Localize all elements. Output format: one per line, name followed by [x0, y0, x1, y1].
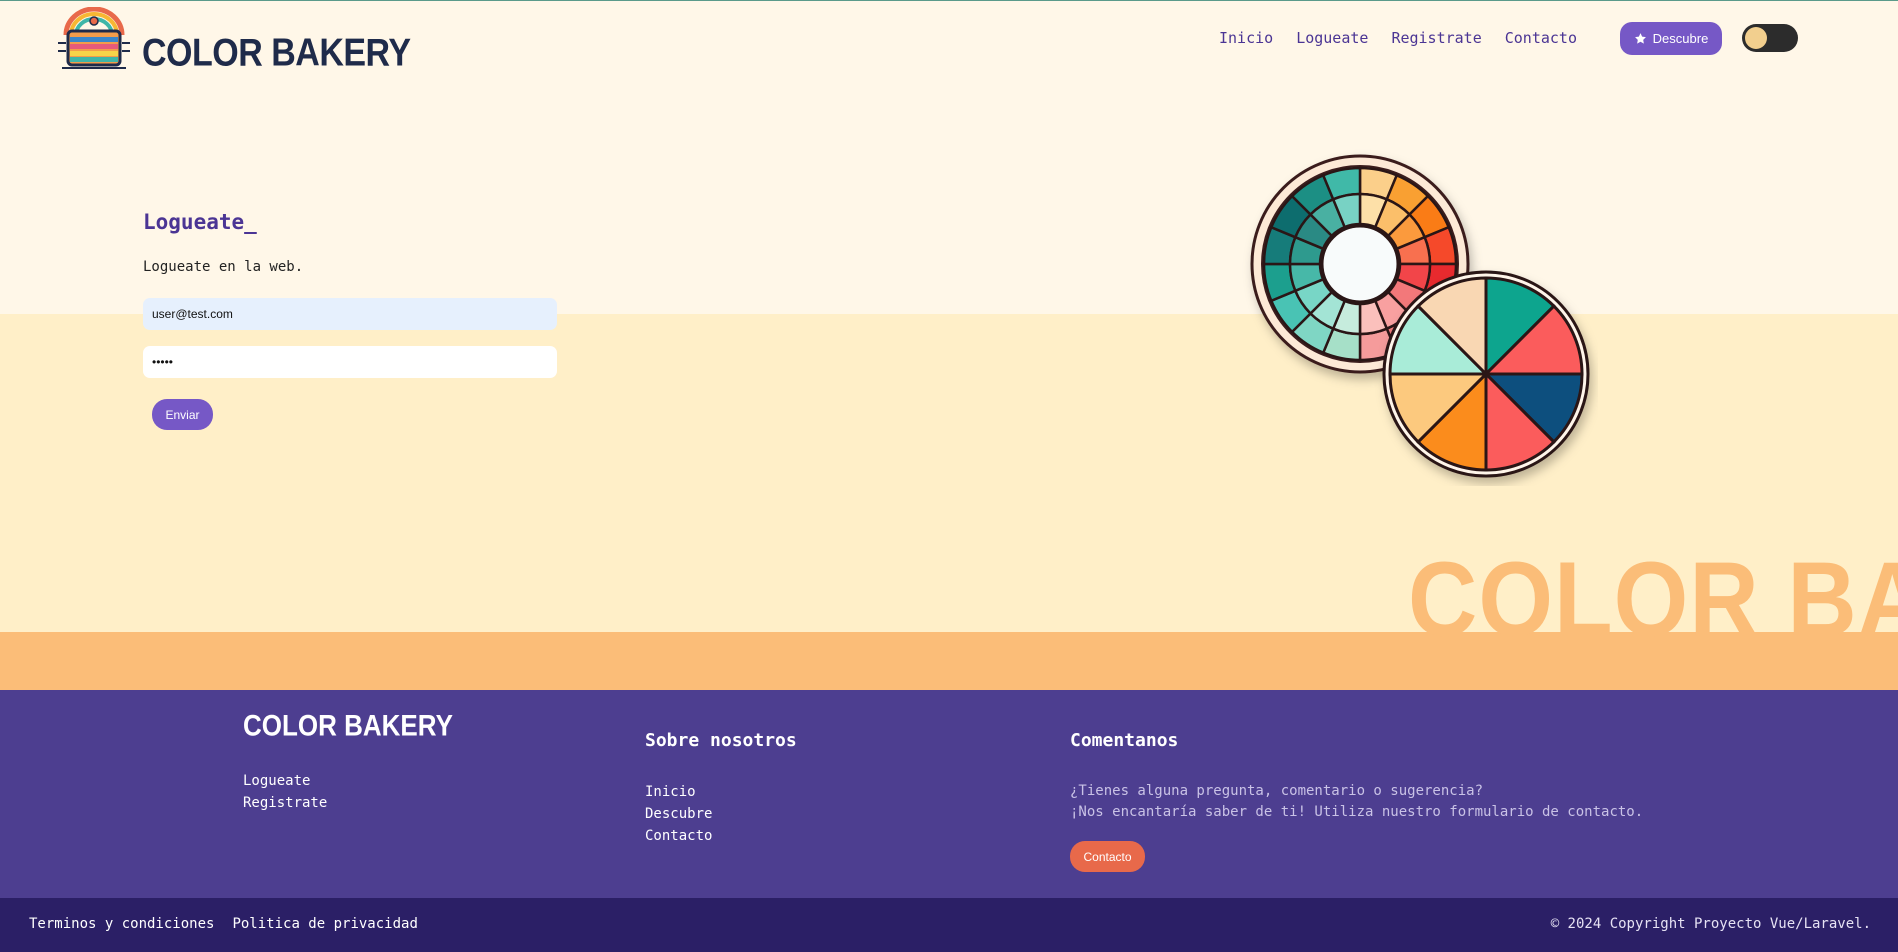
footer-about: Sobre nosotros Inicio Descubre Contacto	[645, 730, 797, 847]
descubre-button[interactable]: Descubre	[1620, 22, 1722, 55]
footer: COLOR BAKERY Logueate Registrate Sobre n…	[0, 690, 1898, 898]
theme-toggle[interactable]	[1742, 24, 1798, 52]
main-nav: Inicio Logueate Registrate Contacto	[1219, 29, 1600, 47]
footer-link-registrate[interactable]: Registrate	[243, 792, 327, 814]
footer-account-links: Logueate Registrate	[243, 770, 327, 814]
bottom-bar: Terminos y condiciones Politica de priva…	[0, 898, 1898, 952]
nav-contacto[interactable]: Contacto	[1505, 29, 1577, 47]
submit-button[interactable]: Enviar	[152, 399, 213, 430]
footer-link-logueate[interactable]: Logueate	[243, 770, 327, 792]
login-subtitle: Logueate en la web.	[143, 259, 304, 275]
footer-comment: Comentanos ¿Tienes alguna pregunta, come…	[1070, 730, 1643, 872]
logo[interactable]	[56, 7, 132, 71]
comment-line-2: ¡Nos encantaría saber de ti! Utiliza nue…	[1070, 804, 1644, 820]
nav-inicio[interactable]: Inicio	[1219, 29, 1273, 47]
login-title: Logueate_	[143, 210, 257, 234]
comment-line-1: ¿Tienes alguna pregunta, comentario o su…	[1070, 783, 1484, 799]
footer-link-descubre[interactable]: Descubre	[645, 803, 797, 825]
nav-logueate[interactable]: Logueate	[1296, 29, 1368, 47]
descubre-label: Descubre	[1652, 31, 1709, 46]
footer-link-inicio[interactable]: Inicio	[645, 781, 797, 803]
about-title: Sobre nosotros	[645, 730, 797, 751]
footer-brand[interactable]: COLOR BAKERY	[243, 708, 453, 744]
star-icon	[1634, 33, 1646, 44]
legal-links: Terminos y condiciones Politica de priva…	[29, 916, 418, 932]
contact-button[interactable]: Contacto	[1070, 841, 1145, 872]
privacy-link[interactable]: Politica de privacidad	[232, 916, 417, 932]
footer-link-contacto[interactable]: Contacto	[645, 825, 797, 847]
terms-link[interactable]: Terminos y condiciones	[29, 916, 214, 932]
brand-name[interactable]: COLOR BAKERY	[142, 31, 411, 76]
copyright: © 2024 Copyright Proyecto Vue/Laravel.	[1550, 916, 1871, 932]
comment-title: Comentanos	[1070, 730, 1179, 751]
nav-registrate[interactable]: Registrate	[1391, 29, 1481, 47]
login-form: Logueate_ Logueate en la web. Enviar	[143, 210, 557, 430]
email-field[interactable]	[143, 298, 557, 330]
header: COLOR BAKERY Inicio Logueate Registrate …	[0, 0, 1898, 90]
brand-watermark: COLOR BAKERY	[1408, 541, 1898, 659]
password-field[interactable]	[143, 346, 557, 378]
cake-logo-icon	[58, 7, 130, 69]
toggle-knob	[1745, 27, 1767, 49]
color-wheel-illustration-icon	[1250, 154, 1590, 478]
